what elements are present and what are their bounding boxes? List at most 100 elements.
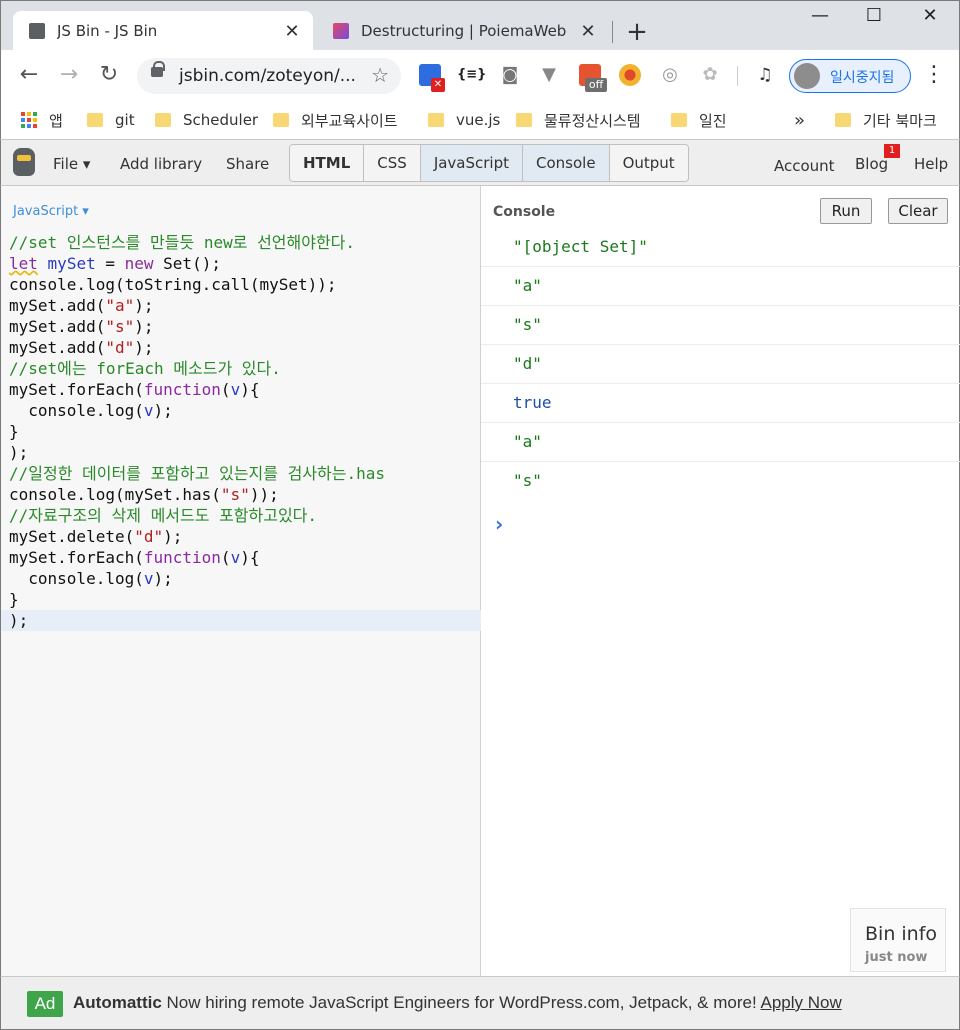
- profile-status: 일시중지됨: [830, 70, 895, 86]
- bookmark-label: Scheduler: [183, 111, 259, 129]
- language-selector[interactable]: JavaScript ▾: [13, 204, 89, 219]
- code-line-current: );: [1, 610, 481, 631]
- code-line: let mySet = new Set();: [9, 254, 221, 273]
- ad-bar: Ad Automattic Now hiring remote JavaScri…: [0, 976, 960, 1030]
- console-prompt-icon[interactable]: ›: [495, 512, 503, 536]
- bookmark-git[interactable]: git: [87, 108, 135, 132]
- blog-notification-badge: 1: [884, 144, 900, 158]
- panel-output-button[interactable]: Output: [609, 145, 688, 181]
- extension-error-badge-icon: ✕: [431, 78, 445, 92]
- camera-extension-icon[interactable]: ◙: [499, 64, 521, 86]
- console-title: Console: [493, 204, 556, 220]
- bookmark-star-icon[interactable]: ☆: [371, 63, 389, 87]
- window-close-icon[interactable]: ✕: [907, 5, 953, 26]
- panel-javascript-button[interactable]: JavaScript: [420, 145, 524, 181]
- reload-icon[interactable]: ↻: [95, 62, 123, 88]
- jsbin-favicon-icon: [29, 23, 45, 39]
- folder-icon: [155, 113, 171, 127]
- timer-extension-icon[interactable]: [619, 64, 641, 86]
- maximize-icon[interactable]: ☐: [851, 5, 897, 26]
- folder-icon: [273, 113, 289, 127]
- bin-info-title: Bin info: [865, 923, 938, 945]
- tab-strip: JS Bin - JS Bin ✕ Destructuring | Poiema…: [0, 0, 960, 51]
- code-line: console.log(v);: [9, 569, 173, 588]
- panel-html-button[interactable]: HTML: [290, 145, 365, 181]
- console-line: "a": [481, 267, 960, 306]
- tab-jsbin[interactable]: JS Bin - JS Bin ✕: [13, 11, 313, 51]
- media-control-icon[interactable]: ♫: [754, 64, 776, 86]
- account-link[interactable]: Account: [774, 157, 835, 175]
- folder-icon: [87, 113, 103, 127]
- bookmark-apps[interactable]: 앱: [21, 108, 63, 132]
- panel-console-button[interactable]: Console: [523, 145, 610, 181]
- bookmarks-overflow-button[interactable]: »: [794, 108, 805, 132]
- javascript-editor[interactable]: JavaScript ▾ //set 인스턴스를 만들듯 new로 선언해야한다…: [0, 186, 481, 976]
- apply-now-link[interactable]: Apply Now: [760, 993, 841, 1012]
- settings-extension-icon[interactable]: ✿: [699, 64, 721, 86]
- code-line: console.log(v);: [9, 401, 173, 420]
- code-line: //set에는 forEach 메소드가 있다.: [9, 359, 281, 378]
- address-bar[interactable]: jsbin.com/zoteyon/... ☆: [137, 58, 401, 94]
- code-line: console.log(toString.call(mySet));: [9, 275, 337, 294]
- tab-title: Destructuring | PoiemaWeb: [361, 22, 567, 40]
- tab-poiemaweb[interactable]: Destructuring | PoiemaWeb ✕: [317, 11, 609, 51]
- lock-icon: [151, 61, 165, 77]
- code-area[interactable]: //set 인스턴스를 만들듯 new로 선언해야한다. let mySet =…: [1, 232, 481, 631]
- toolbar-separator: [737, 66, 738, 86]
- bookmark-iljin[interactable]: 일진: [671, 108, 727, 132]
- panel-css-button[interactable]: CSS: [364, 145, 421, 181]
- browser-menu-icon[interactable]: ⋮: [923, 62, 945, 87]
- code-line: mySet.forEach(function(v){: [9, 380, 260, 399]
- back-icon[interactable]: ←: [15, 62, 43, 88]
- bookmark-label: vue.js: [456, 111, 501, 129]
- bookmark-vuejs[interactable]: vue.js: [428, 108, 500, 132]
- ad-message: Now hiring remote JavaScript Engineers f…: [161, 993, 761, 1012]
- panel-toggles: HTML CSS JavaScript Console Output: [289, 144, 689, 182]
- bookmark-label: git: [115, 111, 135, 129]
- bookmarks-bar: 앱 git Scheduler 외부교육사이트 vue.js 물류정산시스템 일…: [0, 102, 960, 140]
- file-menu[interactable]: File ▾: [53, 155, 90, 173]
- avatar: [794, 63, 820, 89]
- code-favicon-icon: [333, 23, 349, 39]
- tab-separator: [612, 21, 613, 43]
- bin-info-button[interactable]: Bin info just now: [850, 908, 946, 972]
- console-line: "[object Set]": [481, 228, 960, 267]
- json-extension-icon[interactable]: {≡}: [457, 64, 486, 86]
- bookmark-scheduler[interactable]: Scheduler: [155, 108, 258, 132]
- folder-icon: [428, 113, 444, 127]
- code-line: console.log(mySet.has("s"));: [9, 485, 279, 504]
- console-line: "s": [513, 471, 542, 490]
- url-text: jsbin.com/zoteyon/...: [179, 66, 356, 86]
- console-line: "d": [481, 345, 960, 384]
- tab-close-icon[interactable]: ✕: [281, 21, 303, 42]
- code-line: mySet.add("d");: [9, 338, 154, 357]
- tab-close-icon[interactable]: ✕: [577, 21, 599, 42]
- jsbin-logo-icon[interactable]: [13, 148, 35, 176]
- extension-off-badge: off: [585, 78, 607, 92]
- bookmark-other[interactable]: 기타 북마크: [835, 108, 937, 132]
- forward-icon[interactable]: →: [55, 62, 83, 88]
- bin-info-timestamp: just now: [865, 950, 928, 965]
- run-button[interactable]: Run: [820, 198, 872, 224]
- console-panel: Console Run Clear "[object Set]" "a" "s"…: [481, 186, 960, 976]
- help-link[interactable]: Help: [914, 155, 948, 173]
- new-tab-icon[interactable]: +: [623, 17, 651, 47]
- bookmark-logistics[interactable]: 물류정산시스템: [516, 108, 641, 132]
- vue-extension-icon[interactable]: ▼: [538, 64, 560, 86]
- code-line: }: [9, 590, 19, 609]
- folder-icon: [835, 113, 851, 127]
- bookmark-label: 외부교육사이트: [301, 111, 398, 130]
- code-line: mySet.forEach(function(v){: [9, 548, 260, 567]
- code-line: mySet.delete("d");: [9, 527, 183, 546]
- minimize-icon[interactable]: —: [797, 5, 843, 26]
- ad-text: Automattic Now hiring remote JavaScript …: [73, 993, 842, 1013]
- code-line: );: [9, 443, 29, 462]
- add-library-button[interactable]: Add library: [120, 155, 202, 173]
- target-extension-icon[interactable]: ◎: [659, 64, 681, 86]
- console-line: "s": [481, 306, 960, 345]
- bookmark-external-education[interactable]: 외부교육사이트: [273, 108, 398, 132]
- clear-button[interactable]: Clear: [888, 198, 948, 224]
- share-button[interactable]: Share: [226, 155, 269, 173]
- jsbin-toolbar: File ▾ Add library Share HTML CSS JavaSc…: [0, 140, 960, 186]
- profile-button[interactable]: 일시중지됨: [789, 59, 911, 93]
